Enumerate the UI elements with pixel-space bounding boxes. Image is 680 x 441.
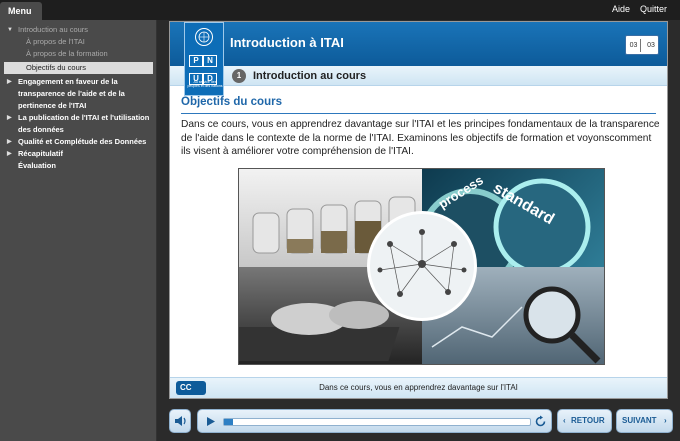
sidebar-item-label: La publication de l'ITAI et l'utilisatio… <box>18 113 150 134</box>
sidebar-item-label: Évaluation <box>18 161 56 170</box>
sidebar-item-label: À propos de la formation <box>26 49 108 58</box>
section-bar: 1 Introduction au cours <box>170 66 667 86</box>
network-globe-image <box>367 211 477 321</box>
objectives-heading: Objectifs du cours <box>181 96 282 108</box>
chevron-down-icon: ▼ <box>7 27 13 33</box>
sidebar-item-label: Introduction au cours <box>18 25 89 34</box>
chevron-right-icon: ▶ <box>7 139 12 145</box>
sidebar-item-label: Récapitulatif <box>18 149 64 158</box>
sidebar-item-publication[interactable]: ▶ La publication de l'ITAI et l'utilisat… <box>0 112 157 136</box>
speaker-icon <box>175 416 186 426</box>
page-counter: 03 03 <box>625 35 659 55</box>
logo-letter: P <box>189 55 203 67</box>
chevron-right-icon: ▶ <box>7 115 12 121</box>
heading-divider <box>181 113 656 114</box>
sidebar-menu: ▼ Introduction au cours À propos de l'IT… <box>0 20 157 441</box>
page-total: 03 <box>647 42 655 49</box>
page-current: 03 <box>627 39 641 52</box>
logo-letter: N <box>203 55 217 67</box>
sidebar-item-objectives[interactable]: Objectifs du cours <box>4 62 153 74</box>
replay-icon[interactable] <box>534 415 547 428</box>
sidebar-item-quality[interactable]: ▶ Qualité et Complétude des Données <box>0 136 157 148</box>
volume-button[interactable] <box>169 409 191 433</box>
next-button[interactable]: SUIVANT › <box>616 409 673 433</box>
sidebar-item-label: Qualité et Complétude des Données <box>18 137 147 146</box>
sidebar-item-about-training[interactable]: À propos de la formation <box>0 48 157 60</box>
play-icon[interactable] <box>206 416 216 427</box>
objectives-paragraph: Dans ce cours, vous en apprendrez davant… <box>181 119 660 157</box>
sidebar-item-label: Objectifs du cours <box>26 63 87 72</box>
caption-bar: CC Dans ce cours, vous en apprendrez dav… <box>170 377 667 398</box>
sidebar-item-recap[interactable]: ▶ Récapitulatif <box>0 148 157 160</box>
sidebar-item-introduction[interactable]: ▼ Introduction au cours <box>0 24 157 36</box>
next-label: SUIVANT <box>622 416 657 425</box>
undp-logo: P NU D Au service des peuples et des natio… <box>184 22 224 96</box>
logo-tagline: Au service des peuples et des nations <box>187 80 223 88</box>
sidebar-item-about-itai[interactable]: À propos de l'ITAI <box>0 36 157 48</box>
quit-link[interactable]: Quitter <box>640 4 667 14</box>
content-header: Introduction à ITAI 03 03 <box>170 22 667 66</box>
sidebar-item-engagement[interactable]: ▶ Engagement en faveur de la transparenc… <box>0 76 157 112</box>
chevron-right-icon: ▶ <box>7 79 12 85</box>
chevron-right-icon: ▶ <box>7 151 12 157</box>
chevron-left-icon: ‹ <box>563 416 566 425</box>
sidebar-item-label: Engagement en faveur de la transparence … <box>18 77 125 110</box>
section-number: 1 <box>232 69 246 83</box>
sidebar-item-evaluation[interactable]: Évaluation <box>0 160 157 172</box>
un-emblem-icon <box>195 28 213 46</box>
back-button[interactable]: ‹ RETOUR <box>557 409 612 433</box>
section-title: Introduction au cours <box>253 70 367 82</box>
caption-text: Dans ce cours, vous en apprendrez davant… <box>319 383 518 392</box>
player-bar <box>197 409 552 433</box>
course-image: process standard <box>238 168 605 365</box>
content-panel: Introduction à ITAI 03 03 P NU D Au servic… <box>169 21 668 399</box>
top-bar: Menu Aide Quitter <box>0 0 680 20</box>
chevron-right-icon: › <box>664 416 667 425</box>
progress-track[interactable] <box>223 418 531 426</box>
sidebar-item-label: À propos de l'ITAI <box>26 37 85 46</box>
help-link[interactable]: Aide <box>612 4 630 14</box>
menu-tab[interactable]: Menu <box>0 2 42 20</box>
progress-fill <box>224 419 234 425</box>
back-label: RETOUR <box>571 416 605 425</box>
page-title: Introduction à ITAI <box>230 35 344 50</box>
